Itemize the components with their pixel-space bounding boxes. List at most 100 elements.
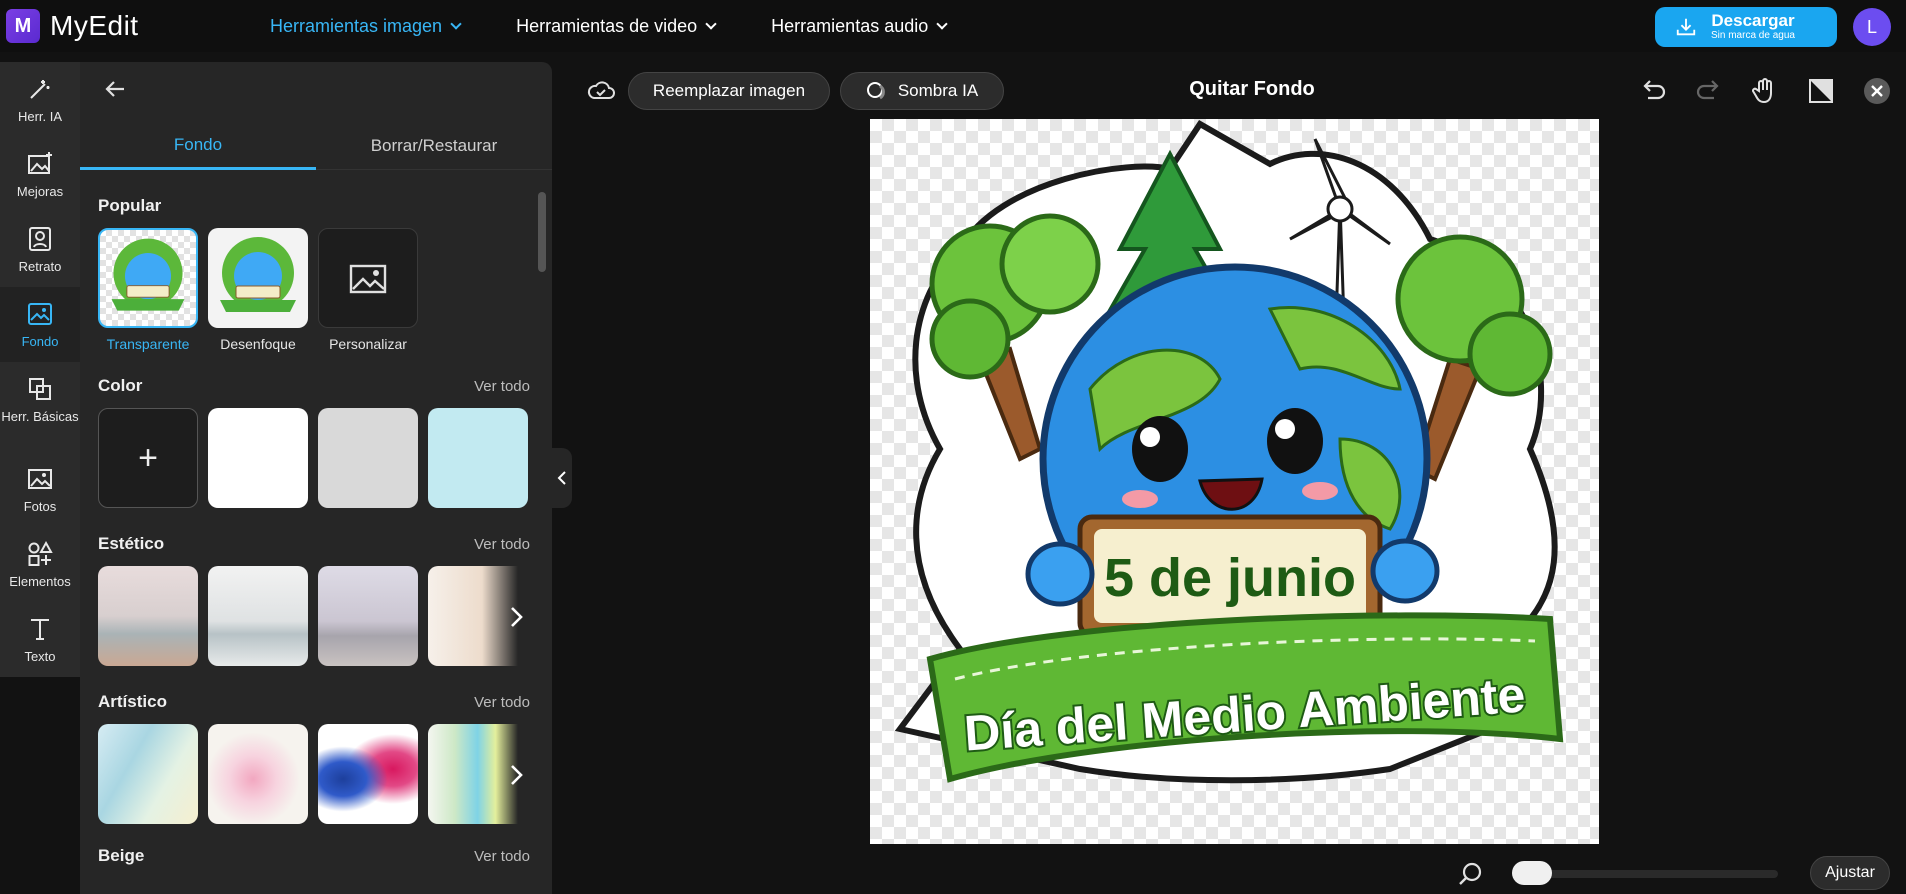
see-all-color[interactable]: Ver todo xyxy=(474,378,530,395)
chevron-left-icon xyxy=(557,471,566,485)
right-hand xyxy=(1370,538,1440,604)
left-rail: Herr. IA Mejoras Retrato Fondo Herr. Bás… xyxy=(0,62,80,682)
aesthetic-thumb-1[interactable] xyxy=(98,566,198,666)
download-sublabel: Sin marca de agua xyxy=(1711,30,1795,41)
artistic-thumb-3[interactable] xyxy=(318,724,418,824)
close-icon[interactable] xyxy=(1862,76,1892,106)
popular-item-personalizar[interactable]: Personalizar xyxy=(318,228,418,352)
see-all-estetico[interactable]: Ver todo xyxy=(474,536,530,553)
left-hand xyxy=(1025,541,1095,607)
chevron-down-icon xyxy=(705,17,717,30)
thumbnail-label: Transparente xyxy=(106,336,190,352)
eye-highlight xyxy=(1275,419,1295,439)
zoom-bar: Ajustar xyxy=(0,850,1906,894)
popular-item-desenfoque[interactable]: Desenfoque xyxy=(208,228,308,352)
rail-item-fotos[interactable]: Fotos xyxy=(0,452,80,527)
download-icon xyxy=(1676,18,1696,36)
nav-herramientas-video[interactable]: Herramientas de video xyxy=(516,15,717,37)
back-arrow-icon[interactable] xyxy=(102,76,128,102)
portrait-icon xyxy=(29,227,51,251)
color-swatch-light-gray[interactable] xyxy=(318,408,418,508)
nav-label: Herramientas de video xyxy=(516,15,698,36)
basic-tools-icon xyxy=(29,378,51,400)
thumbnail-label: Desenfoque xyxy=(220,336,296,352)
section-title-popular: Popular xyxy=(98,196,162,215)
rail-item-herr-ia[interactable]: Herr. IA xyxy=(0,62,80,137)
rail-label: Mejoras xyxy=(16,184,64,199)
thumbnail-personalizar[interactable] xyxy=(318,228,418,328)
nav-label: Herramientas imagen xyxy=(270,15,443,36)
nav-herramientas-imagen[interactable]: Herramientas imagen xyxy=(270,15,462,37)
rail-item-elementos[interactable]: Elementos xyxy=(0,527,80,602)
enhance-icon xyxy=(28,152,52,174)
section-title-color: Color xyxy=(98,376,143,395)
see-all-artistico[interactable]: Ver todo xyxy=(474,694,530,711)
collapse-panel-button[interactable] xyxy=(552,448,572,508)
redo-icon[interactable] xyxy=(1694,76,1724,106)
rail-item-fondo[interactable]: Fondo xyxy=(0,287,80,362)
chevron-down-icon xyxy=(450,17,462,30)
rail-item-texto[interactable]: Texto xyxy=(0,602,80,677)
cloud-save-icon[interactable] xyxy=(586,78,616,102)
canvas-stage[interactable]: 5 de junio Día del Medio Ambiente xyxy=(870,119,1599,844)
logo-mark: M xyxy=(6,9,40,43)
zoom-slider-handle[interactable] xyxy=(1512,861,1552,885)
undo-icon[interactable] xyxy=(1638,76,1668,106)
panel-scrollbar[interactable] xyxy=(538,192,546,272)
rail-item-retrato[interactable]: Retrato xyxy=(0,212,80,287)
ai-shadow-button[interactable]: Sombra IA xyxy=(840,72,1004,110)
date-text: 5 de junio xyxy=(1104,548,1356,608)
nav-herramientas-audio[interactable]: Herramientas audio xyxy=(771,16,948,37)
estetico-row xyxy=(98,566,528,666)
thumbnail-label: Personalizar xyxy=(329,336,407,352)
rail-label: Elementos xyxy=(9,574,71,589)
chevron-right-icon[interactable] xyxy=(506,602,526,632)
chevron-right-icon[interactable] xyxy=(506,760,526,790)
fit-label: Ajustar xyxy=(1825,864,1875,881)
background-panel: Fondo Borrar/Restaurar Popular Transpare… xyxy=(80,62,552,894)
cheek xyxy=(1122,490,1158,508)
rail-label: Herr. Básicas xyxy=(1,409,79,424)
compare-icon[interactable] xyxy=(1806,76,1836,106)
right-eye xyxy=(1267,408,1323,474)
zoom-icon[interactable] xyxy=(1458,861,1484,887)
aesthetic-thumb-2[interactable] xyxy=(208,566,308,666)
artistic-thumb-4[interactable] xyxy=(428,724,518,824)
rail-item-mejoras[interactable]: Mejoras xyxy=(0,137,80,212)
rail-label: Fondo xyxy=(21,334,59,349)
rail-item-herr-basicas[interactable]: Herr. Básicas xyxy=(0,362,80,437)
logo[interactable]: M MyEdit xyxy=(6,9,139,43)
tab-borrar-restaurar[interactable]: Borrar/Restaurar xyxy=(316,122,552,170)
rail-divider xyxy=(0,437,80,452)
popular-item-transparente[interactable]: Transparente xyxy=(98,228,198,352)
download-button[interactable]: Descargar Sin marca de agua xyxy=(1655,7,1837,47)
color-swatch-white[interactable] xyxy=(208,408,308,508)
aesthetic-thumb-4[interactable] xyxy=(428,566,518,666)
cheek xyxy=(1302,482,1338,500)
canvas-title: Quitar Fondo xyxy=(1189,78,1315,100)
color-swatch-light-blue[interactable] xyxy=(428,408,528,508)
fit-button[interactable]: Ajustar xyxy=(1810,856,1890,890)
avatar[interactable]: L xyxy=(1853,8,1891,46)
left-eye xyxy=(1132,416,1188,482)
hand-pan-icon[interactable] xyxy=(1750,76,1780,106)
chevron-down-icon xyxy=(936,17,948,30)
artistic-thumb-2[interactable] xyxy=(208,724,308,824)
thumbnail-desenfoque[interactable] xyxy=(208,228,308,328)
mini-earth-image xyxy=(220,237,296,312)
thumbnail-transparente[interactable] xyxy=(98,228,198,328)
text-icon xyxy=(31,619,49,640)
logo-text: MyEdit xyxy=(50,10,139,41)
section-title-estetico: Estético xyxy=(98,534,165,553)
top-nav: Herramientas imagen Herramientas de vide… xyxy=(270,0,1002,52)
rail-label: Herr. IA xyxy=(17,109,63,124)
popular-header: Popular xyxy=(98,196,530,216)
aesthetic-thumb-3[interactable] xyxy=(318,566,418,666)
tab-fondo[interactable]: Fondo xyxy=(80,122,316,170)
top-bar: M MyEdit Herramientas imagen Herramienta… xyxy=(0,0,1906,52)
color-row: + xyxy=(98,408,538,508)
add-color-button[interactable]: + xyxy=(98,408,198,508)
replace-image-button[interactable]: Reemplazar imagen xyxy=(628,72,830,110)
section-title-artistico: Artístico xyxy=(98,692,167,711)
artistic-thumb-1[interactable] xyxy=(98,724,198,824)
